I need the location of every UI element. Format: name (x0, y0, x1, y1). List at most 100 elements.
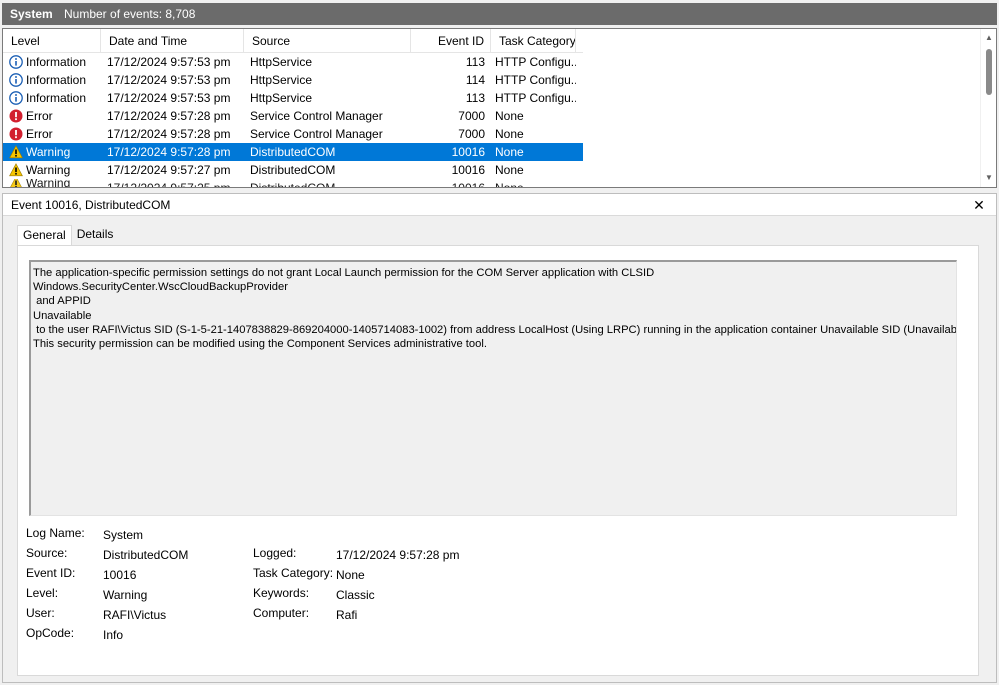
info-icon (9, 55, 23, 69)
source-cell: DistributedCOM (250, 145, 336, 159)
event-id-cell: 113 (465, 55, 485, 69)
task-category-cell: HTTP Configu... (495, 55, 576, 69)
source-cell: DistributedCOM (244, 179, 411, 187)
logged-label: Logged: (253, 546, 297, 560)
event-id-cell: 7000 (458, 127, 485, 141)
opcode-label: OpCode: (26, 626, 75, 640)
logged-value: 17/12/2024 9:57:28 pm (336, 548, 460, 562)
task-category-cell: None (495, 163, 524, 177)
table-row[interactable]: Warning 17/12/2024 9:57:27 pm DistributedC… (3, 161, 583, 179)
level-text: Information (26, 73, 87, 87)
date-cell: 17/12/2024 9:57:28 pm (107, 127, 231, 141)
event-id-cell: 7000 (458, 109, 485, 123)
event-id-cell: 10016 (411, 179, 491, 187)
event-count: Number of events: 8,708 (64, 7, 196, 21)
error-icon (9, 109, 23, 123)
level-text: Warning (26, 163, 71, 177)
tab-details[interactable]: Details (72, 225, 119, 245)
level-cell: Information (3, 71, 101, 89)
event-id-cell: 113 (465, 91, 485, 105)
user-value: RAFI\Victus (103, 608, 167, 622)
log-header-bar: System Number of events: 8,708 (2, 3, 997, 25)
warning-icon (9, 179, 23, 187)
info-icon (9, 73, 23, 87)
column-header-task-category[interactable]: Task Category (491, 29, 576, 53)
source-cell: DistributedCOM (250, 163, 336, 177)
level-text: Error (26, 127, 53, 141)
log-name: System (10, 7, 53, 21)
column-header-source[interactable]: Source (244, 29, 411, 53)
source-cell: HttpService (250, 55, 313, 69)
event-id-cell: 10016 (451, 163, 485, 177)
column-header-level[interactable]: Level (3, 29, 101, 53)
vertical-scrollbar[interactable]: ▲ ▼ (980, 29, 996, 187)
description-line: Windows.SecurityCenter.WscCloudBackupPro… (33, 281, 288, 294)
event-id-cell: 114 (465, 73, 485, 87)
table-row-selected[interactable]: Warning 17/12/2024 9:57:28 pm DistributedC… (3, 143, 583, 161)
task-category-cell: None (495, 109, 524, 123)
date-cell: 17/12/2024 9:57:53 pm (107, 55, 231, 69)
source-value: DistributedCOM (103, 548, 189, 562)
task-category-cell: None (495, 145, 524, 159)
table-row[interactable]: Information 17/12/2024 9:57:53 pm HttpServ… (3, 53, 583, 71)
source-cell: HttpService (250, 91, 313, 105)
event-detail-pane: Event 10016, DistributedCOM ✕ General De… (2, 193, 997, 683)
keywords-label: Keywords: (253, 586, 310, 600)
level-cell: Warning (3, 161, 101, 179)
level-label: Level: (26, 586, 59, 600)
scroll-up-icon[interactable]: ▲ (981, 31, 996, 45)
level-cell: Error (3, 125, 101, 143)
level-text: Warning (26, 145, 71, 159)
user-label: User: (26, 606, 55, 620)
computer-value: Rafi (336, 608, 358, 622)
scroll-thumb[interactable] (986, 49, 992, 95)
scroll-down-icon[interactable]: ▼ (981, 171, 996, 185)
description-line: This security permission can be modified… (33, 338, 487, 351)
info-icon (9, 91, 23, 105)
column-header-date[interactable]: Date and Time (101, 29, 244, 53)
event-list[interactable]: Level Date and Time Source Event ID Task… (2, 28, 997, 188)
level-cell: Error (3, 107, 101, 125)
table-row[interactable]: Error 17/12/2024 9:57:28 pm Service Contro… (3, 125, 583, 143)
warning-icon (9, 163, 23, 177)
level-text: Error (26, 109, 53, 123)
event-id-value: 10016 (103, 568, 137, 582)
log-name-value: System (103, 528, 144, 542)
table-row[interactable]: Information 17/12/2024 9:57:53 pm HttpServ… (3, 71, 583, 89)
event-detail-title: Event 10016, DistributedCOM (3, 194, 996, 216)
log-name-label: Log Name: (26, 526, 85, 540)
close-icon[interactable]: ✕ (970, 196, 988, 214)
event-description[interactable]: The application-specific permission sett… (29, 260, 957, 516)
level-cell: Warning (3, 179, 101, 187)
date-cell: 17/12/2024 9:57:25 pm (101, 179, 244, 187)
table-row[interactable]: Information 17/12/2024 9:57:53 pm HttpServ… (3, 89, 583, 107)
table-row[interactable]: Error 17/12/2024 9:57:28 pm Service Contro… (3, 107, 583, 125)
event-detail-title-text: Event 10016, DistributedCOM (11, 198, 171, 212)
description-line: Unavailable (33, 309, 92, 322)
task-category-cell: None (495, 127, 524, 141)
task-category-label: Task Category: (253, 566, 334, 580)
task-category-value: None (336, 568, 365, 582)
description-line: and APPID (33, 295, 91, 308)
event-rows: Information 17/12/2024 9:57:53 pm HttpServ… (3, 53, 583, 187)
description-line: to the user RAFI\Victus SID (S-1-5-21-14… (33, 323, 957, 336)
source-label: Source: (26, 546, 68, 560)
date-cell: 17/12/2024 9:57:53 pm (107, 73, 231, 87)
date-cell: 17/12/2024 9:57:28 pm (107, 145, 231, 159)
warning-icon (9, 145, 23, 159)
column-header-event-id[interactable]: Event ID (411, 29, 491, 53)
level-cell: Information (3, 53, 101, 71)
table-row[interactable]: Warning 17/12/2024 9:57:25 pmDistributedC… (3, 179, 583, 187)
tab-general[interactable]: General (17, 225, 72, 245)
task-category-cell: None (491, 179, 576, 187)
event-id-label: Event ID: (26, 566, 76, 580)
level-cell: Information (3, 89, 101, 107)
source-cell: Service Control Manager (250, 109, 383, 123)
level-text: Information (26, 55, 87, 69)
event-id-cell: 10016 (451, 145, 485, 159)
date-cell: 17/12/2024 9:57:28 pm (107, 109, 231, 123)
level-text: Information (26, 91, 87, 105)
detail-tabs: General Details (17, 225, 118, 245)
task-category-cell: HTTP Configu... (495, 73, 576, 87)
level-text: Warning (26, 179, 71, 187)
